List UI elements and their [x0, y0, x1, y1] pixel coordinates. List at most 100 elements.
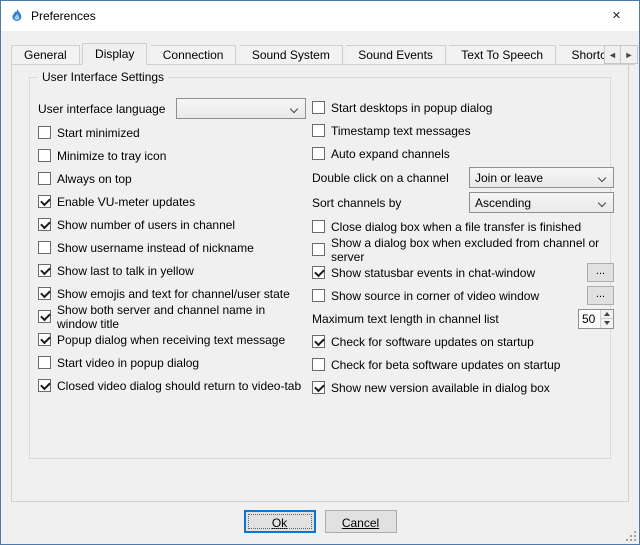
- spinner-buttons: [600, 310, 613, 328]
- arrow-down-icon: [604, 321, 610, 325]
- tab-bar: General Display Connection Sound System …: [11, 43, 639, 65]
- checkbox-box[interactable]: [312, 289, 325, 302]
- checkbox-label: Show source in corner of video window: [331, 289, 539, 303]
- checkbox-label: Show number of users in channel: [57, 218, 235, 232]
- checkbox-popup-text-message[interactable]: Popup dialog when receiving text message: [38, 328, 306, 351]
- sort-channels-label: Sort channels by: [312, 196, 401, 210]
- max-text-length-row: Maximum text length in channel list 50: [312, 307, 614, 330]
- checkbox-label: Close dialog box when a file transfer is…: [331, 220, 581, 234]
- checkbox-box: [312, 243, 325, 256]
- language-label: User interface language: [38, 102, 165, 116]
- checkbox-show-username[interactable]: Show username instead of nickname: [38, 236, 306, 259]
- sort-channels-combobox[interactable]: Ascending: [469, 192, 614, 213]
- title-bar[interactable]: Preferences ✕: [1, 1, 639, 31]
- checkbox-box: [38, 287, 51, 300]
- checkbox-box: [312, 381, 325, 394]
- left-settings-column: User interface language Start minimized …: [38, 96, 306, 397]
- checkbox-timestamp-messages[interactable]: Timestamp text messages: [312, 119, 614, 142]
- checkbox-label: Check for beta software updates on start…: [331, 358, 560, 372]
- statusbar-events-row: Show statusbar events in chat-window ...: [312, 261, 614, 284]
- max-text-length-spinner[interactable]: 50: [578, 309, 614, 329]
- checkbox-check-updates[interactable]: Check for software updates on startup: [312, 330, 614, 353]
- checkbox-label: Start video in popup dialog: [57, 356, 199, 370]
- checkbox-box: [312, 124, 325, 137]
- checkbox-label: Start desktops in popup dialog: [331, 101, 492, 115]
- ok-button[interactable]: Ok: [244, 510, 316, 533]
- max-text-length-label: Maximum text length in channel list: [312, 312, 499, 326]
- checkbox-minimize-to-tray[interactable]: Minimize to tray icon: [38, 144, 306, 167]
- checkbox-label: Minimize to tray icon: [57, 149, 166, 163]
- checkbox-box: [38, 195, 51, 208]
- double-click-row: Double click on a channel Join or leave: [312, 165, 614, 190]
- checkbox-label: Enable VU-meter updates: [57, 195, 195, 209]
- video-source-more-button[interactable]: ...: [587, 286, 614, 305]
- checkbox-start-desktops-popup[interactable]: Start desktops in popup dialog: [312, 96, 614, 119]
- tab-display[interactable]: Display: [82, 43, 147, 65]
- checkbox-box: [38, 310, 51, 323]
- checkbox-video-return-to-tab[interactable]: Closed video dialog should return to vid…: [38, 374, 306, 397]
- checkbox-label: Auto expand channels: [331, 147, 450, 161]
- dialog-button-row: Ok Cancel: [1, 510, 639, 533]
- cancel-button-label: Cancel: [342, 516, 379, 530]
- chevron-down-icon: [290, 105, 298, 113]
- checkbox-box: [38, 149, 51, 162]
- checkbox-dialog-when-excluded[interactable]: Show a dialog box when excluded from cha…: [312, 238, 614, 261]
- checkbox-label: Show a dialog box when excluded from cha…: [331, 236, 614, 264]
- checkbox-box: [38, 172, 51, 185]
- checkbox-label: Show emojis and text for channel/user st…: [57, 287, 290, 301]
- checkbox-box: [312, 358, 325, 371]
- tab-sound-system[interactable]: Sound System: [240, 45, 343, 65]
- statusbar-events-more-button[interactable]: ...: [587, 263, 614, 282]
- tab-sound-events[interactable]: Sound Events: [346, 45, 446, 65]
- close-button[interactable]: ✕: [594, 1, 639, 30]
- checkbox-box: [38, 264, 51, 277]
- checkbox-box: [38, 333, 51, 346]
- checkbox-label: Closed video dialog should return to vid…: [57, 379, 301, 393]
- checkbox-label: Timestamp text messages: [331, 124, 471, 138]
- language-row: User interface language: [38, 96, 306, 121]
- spin-up-button[interactable]: [601, 310, 613, 319]
- tab-text-to-speech[interactable]: Text To Speech: [449, 45, 556, 65]
- cancel-button[interactable]: Cancel: [325, 510, 397, 533]
- checkbox-start-minimized[interactable]: Start minimized: [38, 121, 306, 144]
- group-title: User Interface Settings: [38, 70, 168, 84]
- checkbox-last-talk-yellow[interactable]: Show last to talk in yellow: [38, 259, 306, 282]
- checkbox-auto-expand-channels[interactable]: Auto expand channels: [312, 142, 614, 165]
- display-tab-page: User Interface Settings User interface l…: [11, 64, 629, 502]
- checkbox-label: Start minimized: [57, 126, 140, 140]
- tab-video[interactable]: Video: [639, 45, 640, 65]
- checkbox-label: Show last to talk in yellow: [57, 264, 194, 278]
- spin-down-button[interactable]: [601, 318, 613, 328]
- checkbox-vu-meter-updates[interactable]: Enable VU-meter updates: [38, 190, 306, 213]
- checkbox-label: Show both server and channel name in win…: [57, 303, 306, 331]
- checkbox-box[interactable]: [312, 266, 325, 279]
- resize-grip[interactable]: [624, 529, 637, 542]
- arrow-up-icon: [604, 312, 610, 316]
- tab-scroll-right-icon[interactable]: ►: [621, 45, 638, 64]
- checkbox-show-user-count[interactable]: Show number of users in channel: [38, 213, 306, 236]
- right-settings-column: Start desktops in popup dialog Timestamp…: [312, 96, 614, 399]
- double-click-combobox[interactable]: Join or leave: [469, 167, 614, 188]
- checkbox-box: [312, 335, 325, 348]
- tab-scroll-left-icon[interactable]: ◄: [604, 45, 621, 64]
- user-interface-settings-group: User Interface Settings User interface l…: [29, 77, 611, 459]
- tab-general[interactable]: General: [11, 45, 80, 65]
- checkbox-always-on-top[interactable]: Always on top: [38, 167, 306, 190]
- language-combobox[interactable]: [176, 98, 306, 119]
- checkbox-start-video-popup[interactable]: Start video in popup dialog: [38, 351, 306, 374]
- checkbox-box: [38, 379, 51, 392]
- tab-connection[interactable]: Connection: [151, 45, 237, 65]
- checkbox-box: [38, 356, 51, 369]
- ok-button-label: Ok: [272, 516, 287, 530]
- checkbox-check-beta-updates[interactable]: Check for beta software updates on start…: [312, 353, 614, 376]
- tab-scroll-control: ◄ ►: [604, 45, 638, 64]
- checkbox-show-new-version[interactable]: Show new version available in dialog box: [312, 376, 614, 399]
- window-title: Preferences: [31, 9, 96, 23]
- checkbox-server-channel-in-title[interactable]: Show both server and channel name in win…: [38, 305, 306, 328]
- checkbox-box: [312, 220, 325, 233]
- checkbox-label: Show username instead of nickname: [57, 241, 254, 255]
- checkbox-box: [312, 147, 325, 160]
- checkbox-label: Always on top: [57, 172, 132, 186]
- sort-channels-value: Ascending: [475, 196, 531, 210]
- max-text-length-value: 50: [579, 310, 600, 328]
